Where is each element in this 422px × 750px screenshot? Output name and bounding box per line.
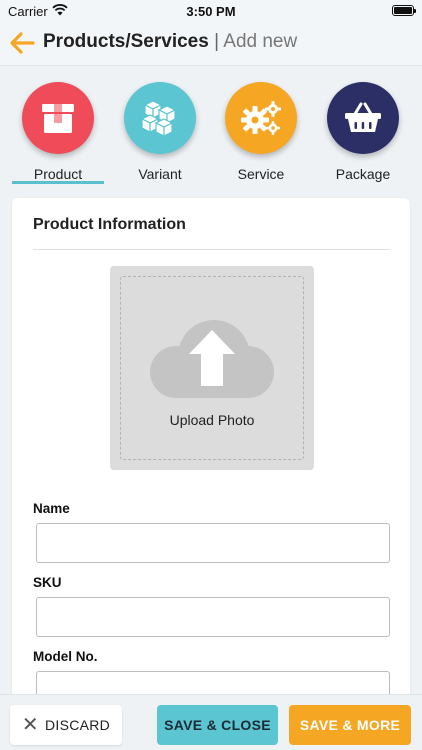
tab-package[interactable]: Package [318,82,408,188]
close-icon: ✕ [21,714,39,736]
discard-button[interactable]: ✕ DISCARD [10,705,122,745]
arrow-left-icon[interactable] [8,29,36,57]
product-info-card: Product Information Upload Photo Name SK… [12,198,410,718]
service-tab-circle [225,82,297,154]
page-title: Products/Services | Add new [43,31,297,53]
model-no-label: Model No. [33,649,98,664]
discard-label: DISCARD [44,717,111,733]
tab-service-label: Service [237,166,285,182]
box-icon [42,104,74,133]
sku-field[interactable] [36,597,390,637]
gears-icon [241,101,281,135]
package-tab-circle [327,82,399,154]
divider [33,249,390,250]
upload-photo-label: Upload Photo [169,412,255,428]
action-bar: ✕ DISCARD SAVE & CLOSE SAVE & MORE [0,694,422,750]
upload-photo-area[interactable]: Upload Photo [110,266,314,470]
cubes-icon [140,100,177,137]
save-more-label: SAVE & MORE [299,717,401,733]
page-subtitle: Add new [223,31,298,52]
tab-package-label: Package [335,166,391,182]
title-separator: | [208,31,224,52]
tab-product-label: Product [33,166,83,182]
type-tabs: Product Variant Service Package [0,66,422,190]
nav-bar: Products/Services | Add new [0,22,422,66]
variant-tab-circle [124,82,196,154]
tab-variant-label: Variant [138,166,182,182]
cloud-upload-icon [150,320,274,398]
page-title-main: Products/Services [43,31,209,52]
save-more-button[interactable]: SAVE & MORE [289,705,411,745]
product-tab-circle [22,82,94,154]
section-title: Product Information [33,216,186,233]
name-label: Name [33,501,70,516]
battery-icon [392,5,416,16]
basket-icon [345,102,381,132]
tab-variant[interactable]: Variant [115,82,205,188]
save-close-label: SAVE & CLOSE [164,717,271,733]
tab-service[interactable]: Service [216,82,306,188]
tab-product[interactable]: Product [12,82,104,188]
save-close-button[interactable]: SAVE & CLOSE [157,705,278,745]
selected-tab-indicator [12,181,104,184]
sku-label: SKU [33,575,62,590]
status-bar: Carrier 3:50 PM [0,0,422,22]
name-field[interactable] [36,523,390,563]
clock: 3:50 PM [186,4,236,19]
